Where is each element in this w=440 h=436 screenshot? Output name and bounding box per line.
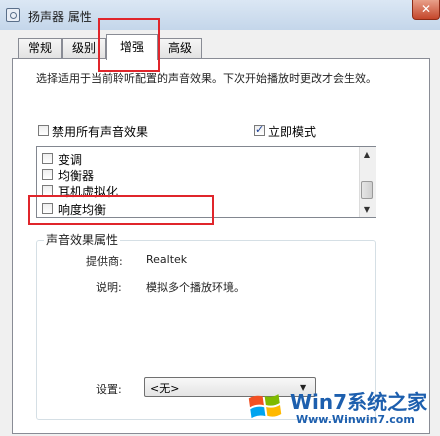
scroll-up-icon[interactable]: ▲ [359,148,375,162]
immediate-mode-checkbox[interactable] [254,123,265,136]
scroll-down-icon[interactable]: ▼ [359,203,375,217]
effect-checkbox[interactable] [42,153,53,164]
tab-advanced[interactable]: 高级 [158,38,202,58]
effect-label[interactable]: 均衡器 [58,167,94,184]
close-button[interactable]: ✕ [412,0,440,20]
tab-highlight-box [98,18,160,72]
effect-highlight-box [28,195,214,225]
panel-description: 选择适用于当前聆听配置的声音效果。下次开始播放时更改才会生效。 [36,72,377,85]
scroll-thumb[interactable] [361,181,373,199]
watermark-brand: Win7系统之家 [290,390,428,414]
provider-label: 提供商: [86,255,123,268]
effect-label[interactable]: 变调 [58,151,82,168]
effect-properties-title: 声音效果属性 [44,231,121,248]
windows-logo-icon [248,394,282,419]
immediate-mode-label: 立即模式 [268,125,317,139]
speaker-properties-icon [6,8,20,22]
provider-value: Realtek [146,253,188,266]
setting-label: 设置: [96,383,122,396]
disable-all-label: 禁用所有声音效果 [52,125,149,139]
disable-all-checkbox[interactable] [38,125,49,136]
description-value: 模拟多个播放环境。 [146,281,245,294]
effect-checkbox[interactable] [42,169,53,180]
window-title: 扬声器 属性 [28,10,92,24]
tab-general[interactable]: 常规 [18,38,62,58]
watermark-url: Www.Winwin7.com [296,413,415,426]
description-label: 说明: [96,281,122,294]
setting-dropdown-value[interactable]: <无> [150,380,179,396]
